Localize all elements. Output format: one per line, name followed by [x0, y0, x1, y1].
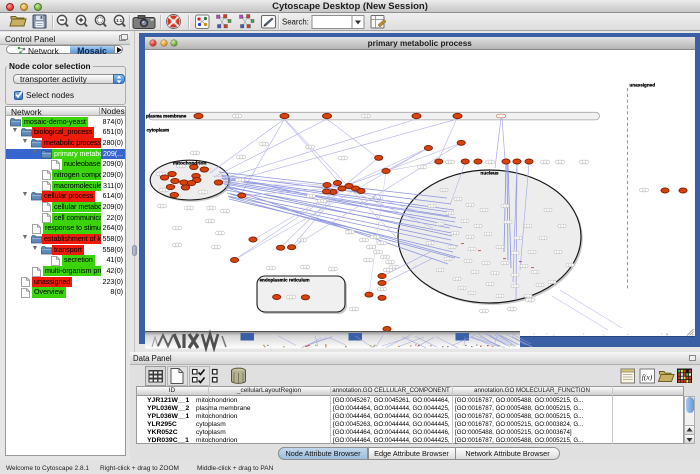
svg-text:f(x): f(x)	[642, 373, 653, 382]
